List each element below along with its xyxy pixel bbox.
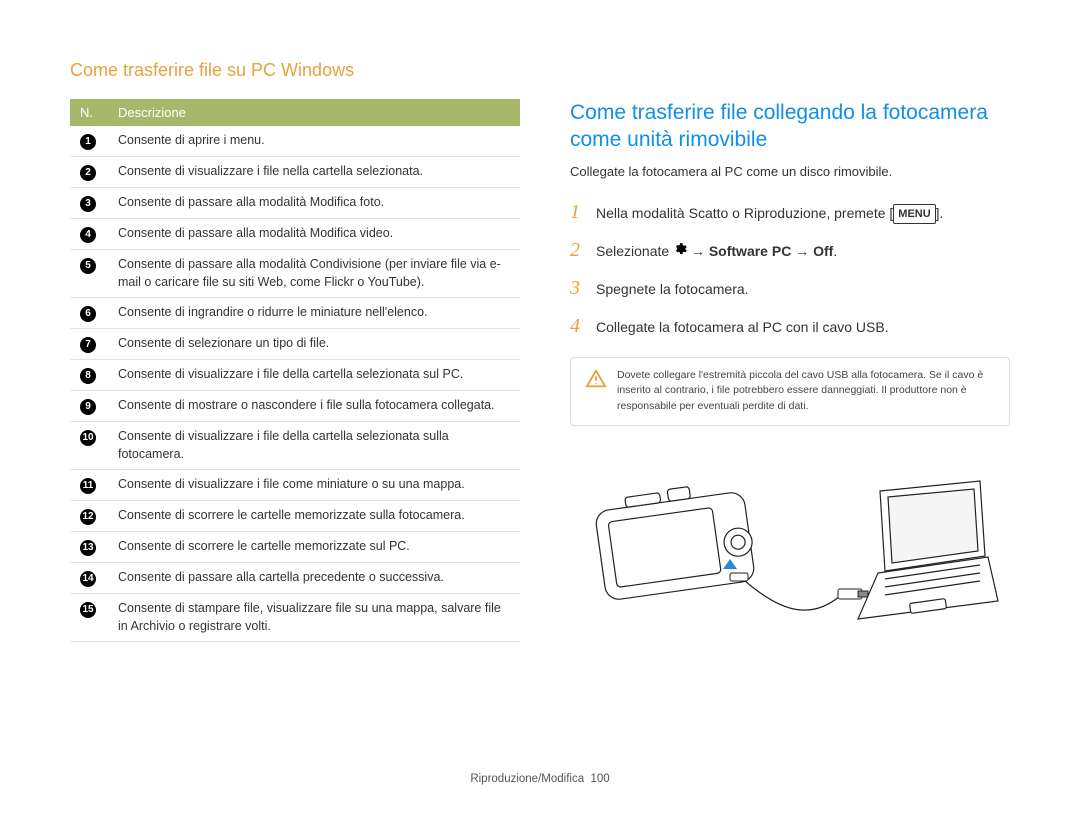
row-number-cell: 12 — [70, 501, 108, 532]
row-description-cell: Consente di visualizzare i file della ca… — [108, 360, 520, 391]
row-description-cell: Consente di passare alla modalità Modifi… — [108, 219, 520, 250]
row-number-cell: 5 — [70, 250, 108, 298]
step-number: 4 — [570, 311, 586, 341]
row-number-cell: 1 — [70, 126, 108, 157]
row-number-cell: 14 — [70, 563, 108, 594]
number-badge: 14 — [80, 571, 96, 587]
row-description-cell: Consente di visualizzare i file come min… — [108, 470, 520, 501]
row-number-cell: 6 — [70, 298, 108, 329]
step-number: 3 — [570, 273, 586, 303]
gear-icon — [673, 241, 687, 262]
step4-text: Collegate la fotocamera al PC con il cav… — [596, 317, 1010, 338]
row-description-cell: Consente di aprire i menu. — [108, 126, 520, 157]
step2-arrow2: → — [795, 243, 813, 259]
row-number-cell: 4 — [70, 219, 108, 250]
table-row: 4 Consente di passare alla modalità Modif… — [70, 219, 520, 250]
footer-page: 100 — [591, 773, 610, 785]
table-row: 1 Consente di aprire i menu. — [70, 126, 520, 157]
row-number-cell: 13 — [70, 532, 108, 563]
step3-text: Spegnete la fotocamera. — [596, 279, 1010, 300]
warning-box: Dovete collegare l'estremità piccola del… — [570, 357, 1010, 426]
warning-text: Dovete collegare l'estremità piccola del… — [617, 368, 995, 415]
footer-section: Riproduzione/Modifica — [470, 773, 584, 785]
th-number: N. — [70, 99, 108, 126]
row-number-cell: 10 — [70, 422, 108, 470]
step2-bold2: Off — [813, 243, 833, 259]
page-header: Come trasferire file su PC Windows — [70, 60, 1010, 81]
number-badge: 10 — [80, 430, 96, 446]
number-badge: 8 — [80, 368, 96, 384]
row-description-cell: Consente di scorrere le cartelle memoriz… — [108, 532, 520, 563]
table-row: 5 Consente di passare alla modalità Condi… — [70, 250, 520, 298]
row-description-cell: Consente di ingrandire o ridurre le mini… — [108, 298, 520, 329]
section-title: Come trasferire file collegando la fotoc… — [570, 99, 1010, 154]
row-description-cell: Consente di scorrere le cartelle memoriz… — [108, 501, 520, 532]
number-badge: 15 — [80, 602, 96, 618]
table-row: 13 Consente di scorrere le cartelle memor… — [70, 532, 520, 563]
left-column: N. Descrizione 1 Consente di aprire i men… — [70, 99, 520, 642]
table-row: 3 Consente di passare alla modalità Modif… — [70, 188, 520, 219]
step2-pre: Selezionate — [596, 243, 673, 259]
row-description-cell: Consente di selezionare un tipo di file. — [108, 329, 520, 360]
table-row: 14 Consente di passare alla cartella prec… — [70, 563, 520, 594]
row-description-cell: Consente di visualizzare i file nella ca… — [108, 157, 520, 188]
number-badge: 3 — [80, 196, 96, 212]
table-row: 15 Consente di stampare file, visualizzar… — [70, 594, 520, 642]
step-number: 2 — [570, 235, 586, 265]
table-row: 12 Consente di scorrere le cartelle memor… — [70, 501, 520, 532]
row-number-cell: 2 — [70, 157, 108, 188]
step2-arrow1: → — [691, 243, 709, 259]
right-column: Come trasferire file collegando la fotoc… — [570, 99, 1010, 642]
number-badge: 4 — [80, 227, 96, 243]
row-description-cell: Consente di passare alla modalità Condiv… — [108, 250, 520, 298]
row-number-cell: 15 — [70, 594, 108, 642]
number-badge: 1 — [80, 134, 96, 150]
table-row: 7 Consente di selezionare un tipo di file… — [70, 329, 520, 360]
intro-text: Collegate la fotocamera al PC come un di… — [570, 164, 1010, 179]
row-description-cell: Consente di mostrare o nascondere i file… — [108, 391, 520, 422]
number-badge: 6 — [80, 306, 96, 322]
number-badge: 7 — [80, 337, 96, 353]
row-number-cell: 7 — [70, 329, 108, 360]
row-description-cell: Consente di visualizzare i file della ca… — [108, 422, 520, 470]
row-number-cell: 9 — [70, 391, 108, 422]
number-badge: 9 — [80, 399, 96, 415]
number-badge: 11 — [80, 478, 96, 494]
menu-button-label: MENU — [893, 204, 935, 225]
step2-bold1: Software PC — [709, 243, 791, 259]
camera-laptop-illustration — [570, 461, 1010, 634]
row-description-cell: Consente di passare alla modalità Modifi… — [108, 188, 520, 219]
table-row: 6 Consente di ingrandire o ridurre le min… — [70, 298, 520, 329]
number-badge: 13 — [80, 540, 96, 556]
row-description-cell: Consente di stampare file, visualizzare … — [108, 594, 520, 642]
step-number: 1 — [570, 197, 586, 227]
step2-post: . — [833, 243, 837, 259]
steps-list: 1 Nella modalità Scatto o Riproduzione, … — [570, 197, 1010, 341]
row-description-cell: Consente di passare alla cartella preced… — [108, 563, 520, 594]
step-2: 2 Selezionate → Software PC → Off. — [570, 235, 1010, 265]
row-number-cell: 3 — [70, 188, 108, 219]
step1-post: ]. — [936, 205, 944, 221]
row-number-cell: 11 — [70, 470, 108, 501]
step-4: 4 Collegate la fotocamera al PC con il c… — [570, 311, 1010, 341]
step-3: 3 Spegnete la fotocamera. — [570, 273, 1010, 303]
step1-pre: Nella modalità Scatto o Riproduzione, pr… — [596, 205, 893, 221]
step-1: 1 Nella modalità Scatto o Riproduzione, … — [570, 197, 1010, 227]
table-row: 9 Consente di mostrare o nascondere i fil… — [70, 391, 520, 422]
page-footer: Riproduzione/Modifica 100 — [0, 773, 1080, 785]
number-badge: 2 — [80, 165, 96, 181]
description-table: N. Descrizione 1 Consente di aprire i men… — [70, 99, 520, 642]
two-column-layout: N. Descrizione 1 Consente di aprire i men… — [70, 99, 1010, 642]
row-number-cell: 8 — [70, 360, 108, 391]
table-row: 11 Consente di visualizzare i file come m… — [70, 470, 520, 501]
table-row: 2 Consente di visualizzare i file nella c… — [70, 157, 520, 188]
warning-icon — [585, 368, 607, 388]
number-badge: 12 — [80, 509, 96, 525]
table-row: 10 Consente di visualizzare i file della … — [70, 422, 520, 470]
number-badge: 5 — [80, 258, 96, 274]
table-row: 8 Consente di visualizzare i file della c… — [70, 360, 520, 391]
th-description: Descrizione — [108, 99, 520, 126]
